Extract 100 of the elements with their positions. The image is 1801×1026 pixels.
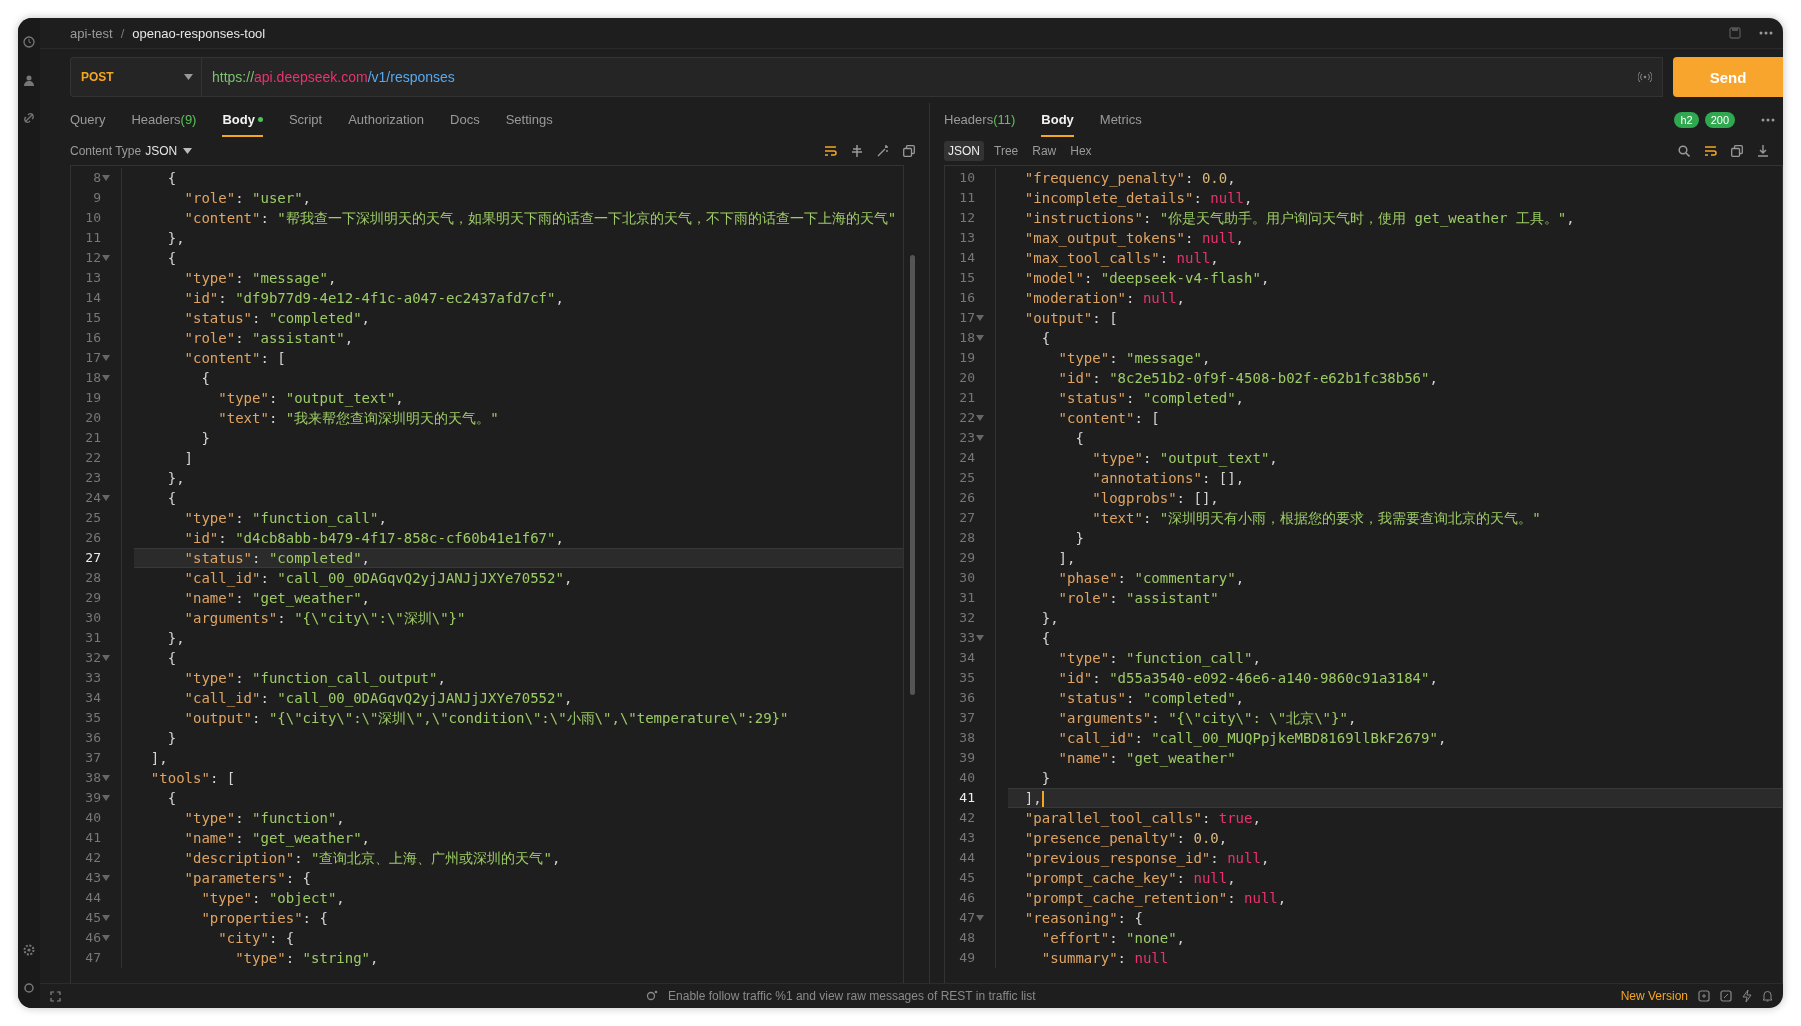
code-line: "status": "completed", [1057, 689, 1246, 708]
response-tab[interactable]: Metrics [1099, 103, 1142, 137]
scrollbar-thumb[interactable] [910, 255, 915, 695]
fold-arrow-icon[interactable] [102, 935, 110, 941]
code-line: "name": "get_weather", [183, 589, 372, 608]
magic-wand-icon[interactable] [877, 145, 889, 157]
code-line: { [166, 649, 178, 668]
code-line: "parallel_tool_calls": true, [1023, 809, 1262, 828]
line-number: 23 [84, 469, 101, 487]
fold-arrow-icon[interactable] [976, 635, 984, 641]
line-number: 37 [958, 709, 975, 727]
line-number: 24 [84, 489, 101, 507]
line-number: 34 [84, 689, 101, 707]
code-line: "effort": "none", [1040, 929, 1187, 948]
copy-icon[interactable] [903, 145, 915, 157]
link-icon[interactable] [23, 112, 35, 124]
fold-arrow-icon[interactable] [102, 355, 110, 361]
url-field[interactable]: https://api.deepseek.com/v1/responses [201, 57, 1663, 97]
fold-arrow-icon[interactable] [102, 175, 110, 181]
code-line: { [166, 169, 178, 188]
line-number: 14 [958, 249, 975, 267]
broadcast-icon[interactable] [1638, 72, 1652, 82]
copy-icon[interactable] [1731, 145, 1743, 157]
settings-icon[interactable] [23, 944, 35, 956]
fold-arrow-icon[interactable] [102, 795, 110, 801]
fold-arrow-icon[interactable] [102, 915, 110, 921]
person-icon[interactable] [23, 74, 35, 86]
line-number: 30 [958, 569, 975, 587]
fold-arrow-icon[interactable] [102, 495, 110, 501]
code-line: "role": "assistant", [183, 329, 355, 348]
request-tab[interactable]: Settings [505, 103, 553, 137]
line-number: 16 [84, 329, 101, 347]
line-number: 36 [958, 689, 975, 707]
line-number: 35 [958, 669, 975, 687]
view-tab[interactable]: JSON [944, 141, 984, 161]
view-tab[interactable]: Hex [1066, 141, 1096, 161]
fold-arrow-icon[interactable] [102, 255, 110, 261]
code-line: "content": "帮我查一下深圳明天的天气，如果明天下雨的话查一下北京的天气，不下雨的话查一下上海的天气" [183, 209, 898, 228]
code-line: "type": "object", [200, 889, 346, 908]
more-icon[interactable] [1759, 31, 1773, 35]
expand-icon[interactable] [50, 990, 61, 1002]
code-line: "id": "d4cb8abb-b479-4f17-858c-cf60b41e1f67", [183, 529, 565, 548]
fold-arrow-icon[interactable] [102, 375, 110, 381]
fold-arrow-icon[interactable] [976, 315, 984, 321]
code-editor[interactable] [70, 165, 904, 983]
code-line: "content": [ [183, 349, 287, 368]
content-type-select[interactable]: JSON [145, 144, 193, 158]
edit-icon[interactable] [1720, 990, 1732, 1002]
request-tab[interactable]: Body [222, 103, 263, 137]
request-tab[interactable]: Query [70, 103, 106, 137]
line-number: 45 [84, 909, 101, 927]
new-version-link[interactable]: New Version [1620, 989, 1688, 1003]
lightning-icon[interactable] [1742, 990, 1752, 1002]
line-number: 33 [84, 669, 101, 687]
line-number: 43 [958, 829, 975, 847]
response-tab[interactable]: Headers(11) [944, 103, 1016, 137]
fold-arrow-icon[interactable] [976, 415, 984, 421]
search-icon[interactable] [1678, 145, 1690, 157]
view-tab[interactable]: Tree [990, 141, 1023, 161]
more-icon[interactable] [1761, 118, 1775, 122]
code-editor[interactable] [944, 165, 1783, 983]
request-tab[interactable]: Docs [450, 103, 480, 137]
code-line: "arguments": "{\"city\":\"深圳\"}" [183, 609, 467, 628]
breadcrumb-item[interactable]: openao-responses-tool [132, 25, 266, 41]
method-select[interactable]: POST [70, 57, 201, 97]
code-line: "type": "message", [1057, 349, 1212, 368]
wrap-icon[interactable] [824, 145, 837, 157]
caret-icon [184, 74, 193, 80]
request-tab[interactable]: Authorization [348, 103, 425, 137]
code-line: } [200, 429, 211, 448]
request-tab[interactable]: Script [288, 103, 323, 137]
request-tab[interactable]: Headers(9) [131, 103, 197, 137]
wrap-icon[interactable] [1704, 145, 1717, 157]
align-icon[interactable] [851, 145, 863, 157]
clock-icon[interactable] [23, 36, 35, 48]
fold-arrow-icon[interactable] [102, 655, 110, 661]
fold-arrow-icon[interactable] [102, 875, 110, 881]
response-tab[interactable]: Body [1041, 103, 1074, 137]
fold-arrow-icon[interactable] [976, 435, 984, 441]
view-tab[interactable]: Raw [1028, 141, 1061, 161]
code-line: "type": "string", [234, 949, 380, 968]
line-number: 25 [84, 509, 101, 527]
bell-icon[interactable] [1762, 990, 1773, 1002]
fold-arrow-icon[interactable] [976, 335, 984, 341]
line-number: 44 [84, 889, 101, 907]
code-line: "type": "output_text", [1091, 449, 1279, 468]
line-number: 12 [84, 249, 101, 267]
code-line: "description": "查询北京、上海、广州或深圳的天气", [183, 849, 562, 868]
code-line: "type": "output_text", [217, 389, 405, 408]
code-line: { [1040, 329, 1052, 348]
line-number: 8 [92, 169, 101, 187]
download-icon[interactable] [1757, 145, 1769, 157]
code-line: "type": "function_call", [1057, 649, 1262, 668]
line-number: 32 [958, 609, 975, 627]
fold-arrow-icon[interactable] [102, 775, 110, 781]
breadcrumb-item[interactable]: api-test [70, 25, 113, 41]
fold-arrow-icon[interactable] [976, 915, 984, 921]
line-number: 27 [958, 509, 975, 527]
content-type-label: Content Type [70, 144, 142, 158]
save-icon[interactable] [1729, 27, 1741, 39]
